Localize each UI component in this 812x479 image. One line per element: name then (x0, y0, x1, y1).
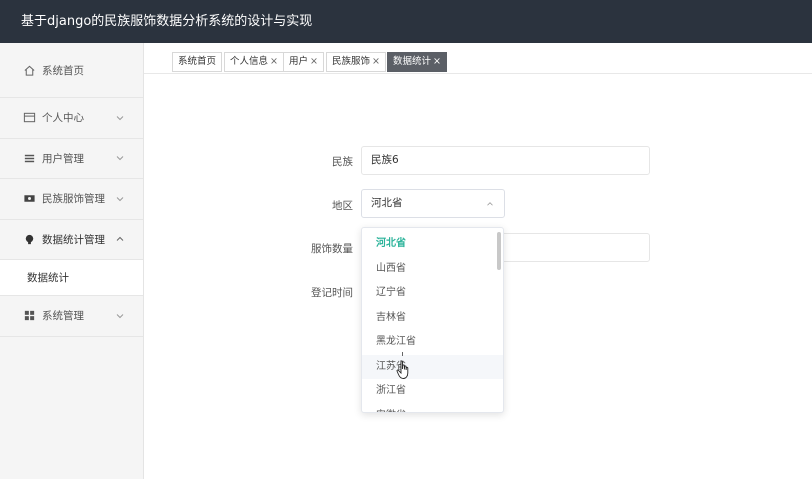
region-select[interactable]: 河北省 (361, 189, 505, 218)
region-value: 河北省 (371, 197, 403, 209)
bulb-icon (22, 232, 36, 246)
dropdown-option[interactable]: 吉林省 (362, 306, 503, 331)
ticket-icon (22, 192, 36, 206)
list-icon (22, 151, 36, 165)
caret-mark (402, 352, 403, 356)
sidebar-subitem-statistics[interactable]: 数据统计 (0, 260, 143, 296)
ethnic-value: 民族6 (371, 154, 399, 166)
ethnic-input[interactable]: 民族6 (361, 146, 650, 175)
tab-label: 数据统计 (393, 56, 432, 67)
region-label: 地区 (332, 200, 353, 212)
close-icon[interactable]: × (433, 56, 441, 67)
chevron-down-icon (116, 196, 124, 201)
region-dropdown: 河北省 山西省 辽宁省 吉林省 黑龙江省 江苏省 浙江省 安徽省 (361, 227, 504, 413)
tab-home[interactable]: 系统首页 (172, 52, 223, 72)
sidebar-item-label: 系统首页 (42, 64, 84, 77)
tab-profile[interactable]: 个人信息 × (224, 52, 284, 72)
sidebar: 系统首页 个人中心 用户管理 民族服饰管理 数据统计管理 数据统计 系统管理 (0, 43, 144, 479)
card-icon (22, 111, 36, 125)
home-icon (22, 63, 36, 77)
tab-users[interactable]: 用户 × (283, 52, 324, 72)
tab-bar: 系统首页 个人信息 × 用户 × 民族服饰 × 数据统计 × (144, 43, 812, 74)
sidebar-item-label: 用户管理 (42, 152, 84, 165)
dropdown-option[interactable]: 浙江省 (362, 379, 503, 404)
tab-label: 系统首页 (178, 56, 217, 67)
dropdown-option[interactable]: 黑龙江省 (362, 330, 503, 355)
sidebar-item-statistics[interactable]: 数据统计管理 (0, 220, 143, 260)
sidebar-item-users[interactable]: 用户管理 (0, 139, 143, 179)
dropdown-option[interactable]: 河北省 (362, 232, 503, 257)
dropdown-option[interactable]: 山西省 (362, 257, 503, 282)
tab-statistics[interactable]: 数据统计 × (387, 52, 447, 72)
dropdown-option[interactable]: 辽宁省 (362, 281, 503, 306)
chevron-up-icon (116, 237, 124, 242)
date-label: 登记时间 (311, 287, 353, 299)
quantity-label: 服饰数量 (311, 243, 353, 255)
sidebar-item-profile[interactable]: 个人中心 (0, 98, 143, 139)
app-header: 基于django的民族服饰数据分析系统的设计与实现 (0, 0, 812, 43)
sidebar-item-label: 民族服饰管理 (42, 193, 105, 206)
close-icon[interactable]: × (310, 56, 318, 67)
ethnic-label: 民族 (332, 156, 353, 168)
sidebar-item-system[interactable]: 系统管理 (0, 296, 143, 337)
tab-costume[interactable]: 民族服饰 × (326, 52, 386, 72)
app-title: 基于django的民族服饰数据分析系统的设计与实现 (21, 14, 313, 29)
sidebar-item-home[interactable]: 系统首页 (0, 43, 143, 98)
chevron-up-icon (487, 202, 493, 206)
sidebar-item-label: 个人中心 (42, 112, 84, 125)
chevron-down-icon (116, 115, 124, 120)
dropdown-option[interactable]: 安徽省 (362, 404, 503, 413)
tab-label: 民族服饰 (332, 56, 371, 67)
chevron-down-icon (116, 156, 124, 161)
dropdown-option[interactable]: 江苏省 (362, 354, 503, 379)
sidebar-item-label: 数据统计管理 (42, 233, 105, 246)
sidebar-item-label: 系统管理 (42, 310, 84, 323)
grid-icon (22, 309, 36, 323)
dropdown-scrollbar[interactable] (497, 232, 501, 270)
close-icon[interactable]: × (372, 56, 380, 67)
close-icon[interactable]: × (270, 56, 278, 67)
tab-label: 用户 (289, 56, 309, 67)
sidebar-subitem-label: 数据统计 (27, 272, 69, 284)
tab-label: 个人信息 (230, 56, 269, 67)
chevron-down-icon (116, 313, 124, 318)
hand-cursor-icon (396, 360, 409, 379)
sidebar-item-costume[interactable]: 民族服饰管理 (0, 179, 143, 220)
